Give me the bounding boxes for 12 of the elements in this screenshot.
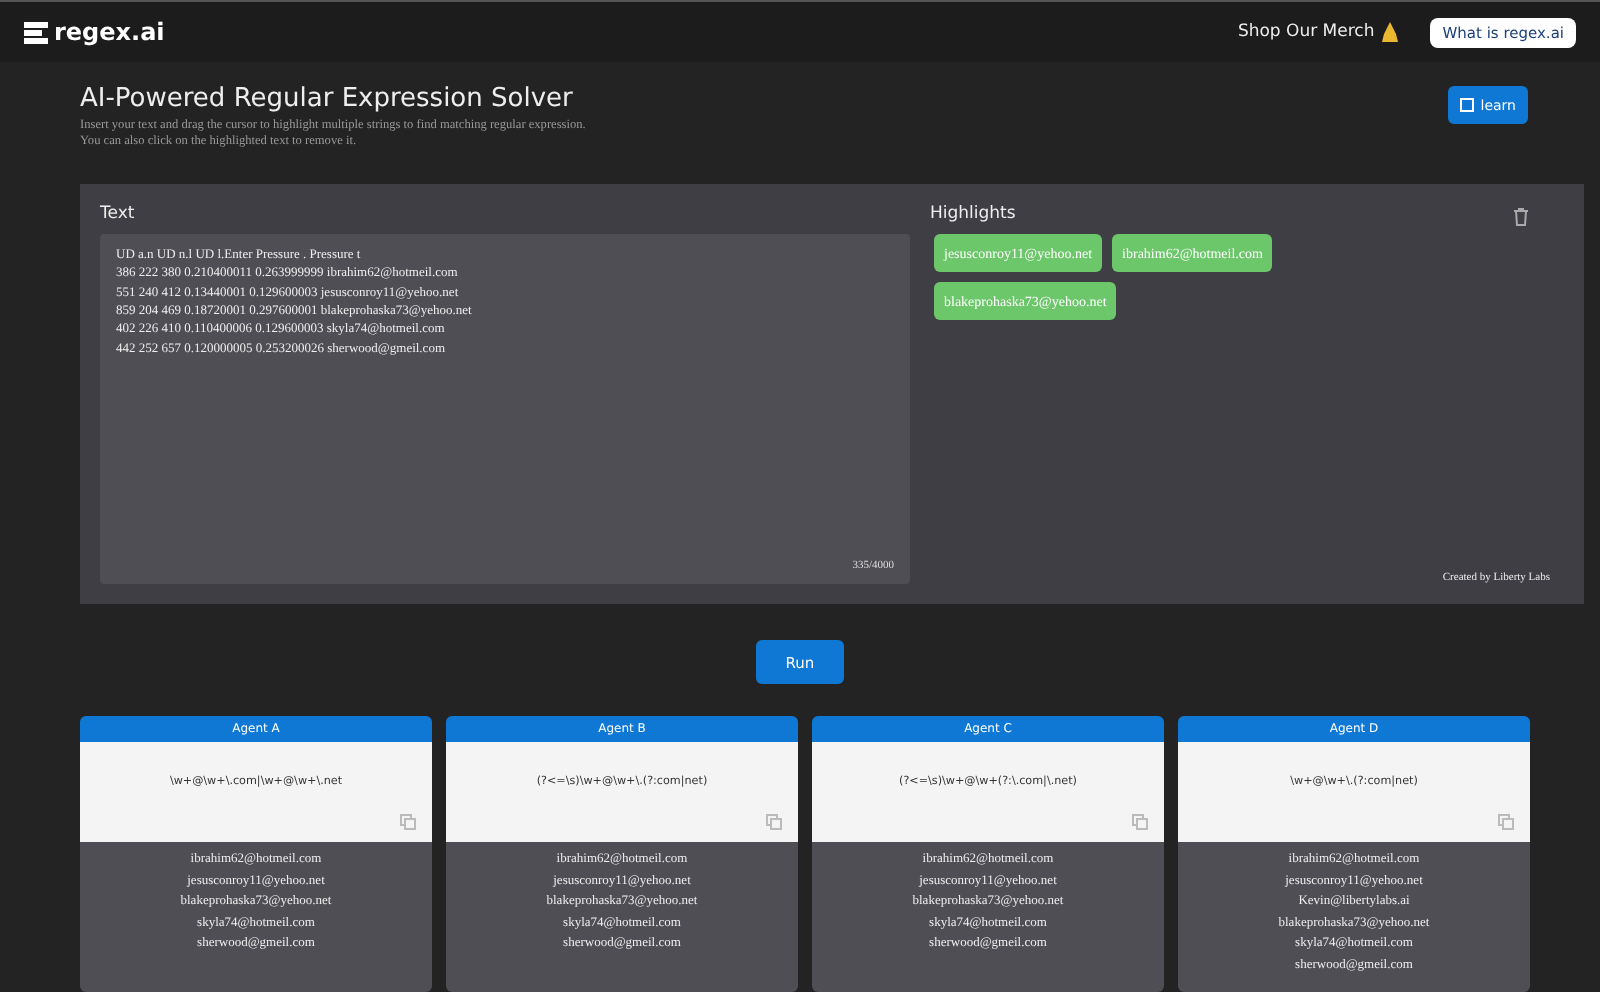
logo-icon [24,21,48,43]
logo-text[interactable]: regex.ai [54,18,165,46]
text-label: Text [100,204,137,225]
copy-icon[interactable] [766,814,782,831]
copy-icon[interactable] [1132,814,1148,831]
trash-icon[interactable] [1514,208,1528,227]
book-icon [1460,98,1475,112]
copy-icon[interactable] [400,814,416,831]
shop-link[interactable]: Shop Our Merch [1237,22,1375,42]
copy-icon[interactable] [1498,814,1514,831]
highlights-label: Highlights [930,204,1016,225]
page-title: AI-Powered Regular Expression Solver [80,84,575,114]
